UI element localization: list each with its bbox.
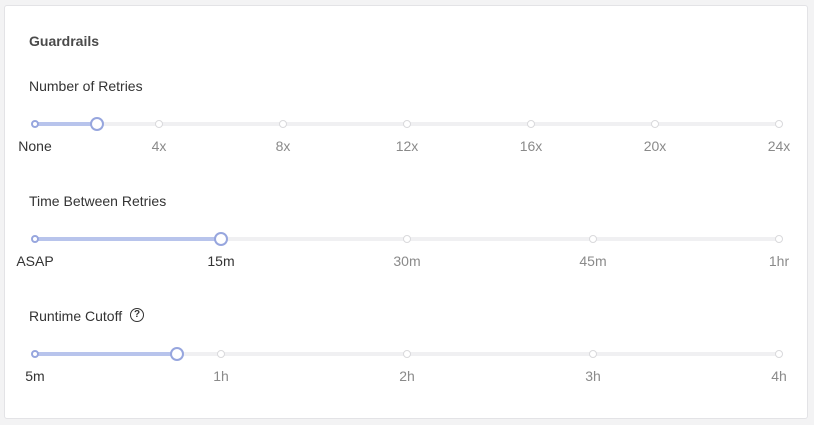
section-title: Guardrails xyxy=(29,33,100,49)
slider-tick-label: 15m xyxy=(207,253,235,269)
slider-tick-mark[interactable] xyxy=(279,120,287,128)
slider-tick-mark[interactable] xyxy=(403,120,411,128)
slider-tick-label: 5m xyxy=(25,368,45,384)
slider-tick-mark[interactable] xyxy=(527,120,535,128)
slider-tick-label: 4x xyxy=(151,138,167,154)
slider-tick-label: 45m xyxy=(579,253,607,269)
time-between-retries-slider[interactable]: ASAP 15m 30m 45m 1hr xyxy=(16,229,789,269)
retries-slider[interactable]: None 4x 8x 12x 16x 20x 24x xyxy=(18,114,790,154)
slider-tick-mark[interactable] xyxy=(403,350,411,358)
slider-tick-label: None xyxy=(18,138,52,154)
slider-tick-mark[interactable] xyxy=(775,350,783,358)
runtime-cutoff-label: Runtime Cutoff xyxy=(29,308,123,324)
slider-tick-mark[interactable] xyxy=(775,120,783,128)
retries-label: Number of Retries xyxy=(29,78,143,94)
runtime-cutoff-slider[interactable]: 5m 1h 2h 3h 4h xyxy=(25,344,787,384)
slider-tick-label: 20x xyxy=(643,138,667,154)
slider-tick-mark[interactable] xyxy=(217,350,225,358)
slider-tick-mark[interactable] xyxy=(155,120,163,128)
slider-tick-mark[interactable] xyxy=(589,350,597,358)
slider-tick-label: ASAP xyxy=(16,253,54,269)
slider-tick-label: 1h xyxy=(213,368,229,384)
slider-handle[interactable] xyxy=(170,347,185,361)
time-between-retries-label: Time Between Retries xyxy=(29,193,167,209)
slider-tick-label: 24x xyxy=(767,138,791,154)
slider-tick-label: 12x xyxy=(395,138,419,154)
slider-tick-label: 3h xyxy=(585,368,601,384)
question-circle-icon[interactable]: ? xyxy=(130,308,144,322)
slider-tick-label: 4h xyxy=(771,368,787,384)
slider-fill xyxy=(35,237,221,241)
slider-tick-label: 30m xyxy=(393,253,421,269)
slider-tick-label: 16x xyxy=(519,138,543,154)
slider-tick-mark[interactable] xyxy=(651,120,659,128)
slider-tick-label: 2h xyxy=(399,368,415,384)
slider-tick-mark[interactable] xyxy=(403,235,411,243)
slider-tick-mark[interactable] xyxy=(31,120,39,128)
slider-tick-mark[interactable] xyxy=(31,350,39,358)
slider-tick-mark[interactable] xyxy=(589,235,597,243)
slider-tick-label: 8x xyxy=(275,138,291,154)
slider-tick-mark[interactable] xyxy=(31,235,39,243)
slider-tick-mark[interactable] xyxy=(775,235,783,243)
slider-fill xyxy=(35,352,178,356)
slider-tick-label: 1hr xyxy=(768,253,790,269)
slider-handle[interactable] xyxy=(89,117,104,131)
slider-handle[interactable] xyxy=(214,232,228,246)
slider-fill xyxy=(35,122,97,126)
